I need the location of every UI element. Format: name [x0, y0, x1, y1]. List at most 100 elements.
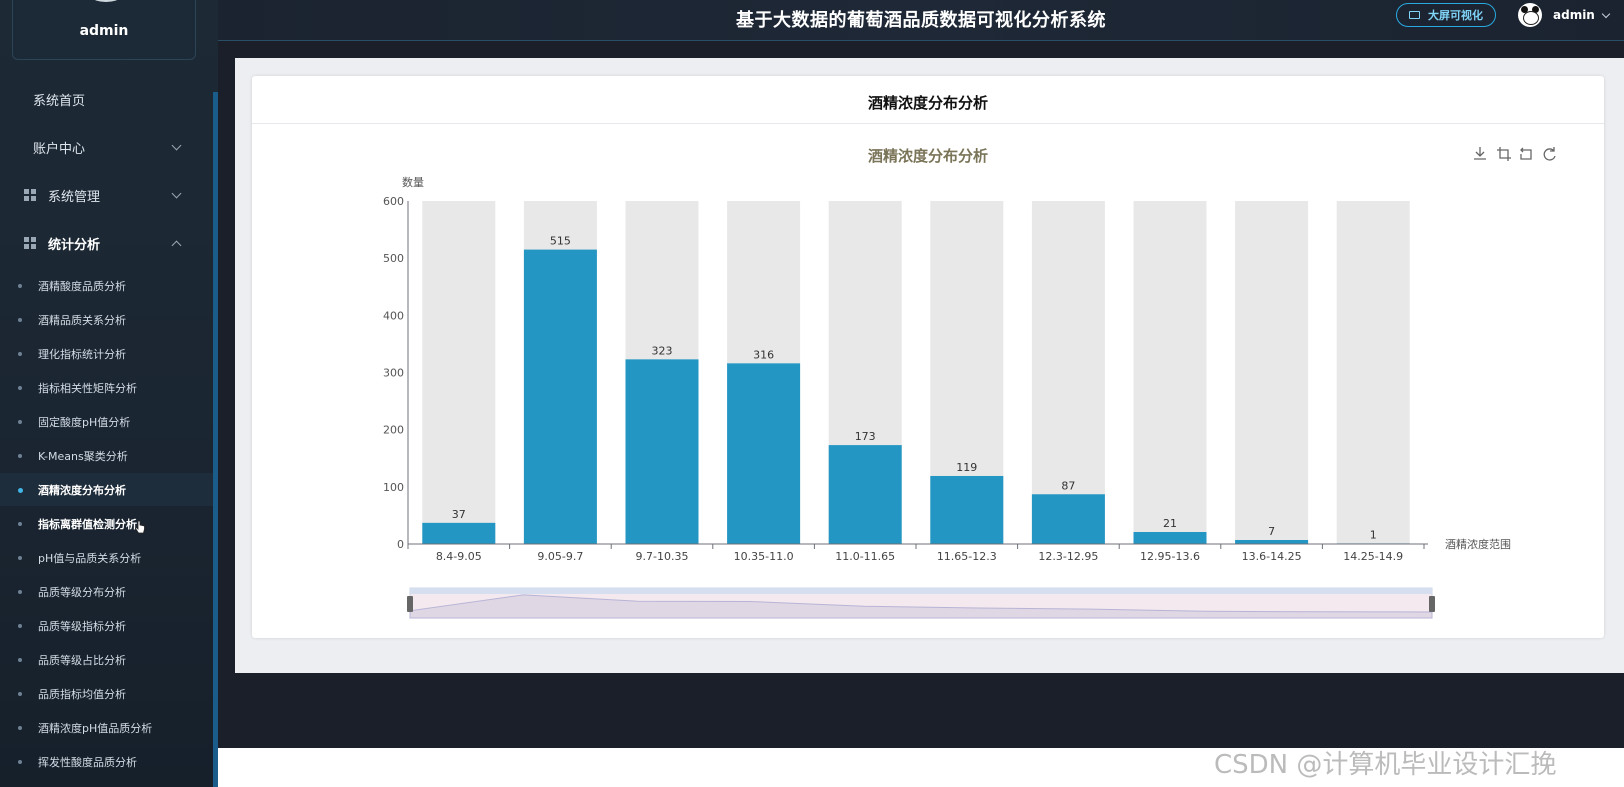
restore-icon-path: [1543, 147, 1556, 161]
sidebar-subitem-label: 酒精浓度分布分析: [38, 483, 126, 497]
sidebar-subitem[interactable]: pH值与品质关系分析: [0, 541, 213, 574]
bar-value-label: 316: [753, 348, 774, 361]
sidebar-subitem-label: 挥发性酸度品质分析: [38, 755, 137, 769]
bar-value-label: 21: [1163, 517, 1177, 530]
grid-icon: [24, 189, 36, 201]
bar-value-label: 119: [956, 461, 977, 474]
background-bar: [422, 201, 496, 544]
monitor-icon: [1409, 11, 1420, 19]
sidebar-item-label: 统计分析: [48, 237, 101, 253]
data-zoom-handle-left[interactable]: [407, 596, 413, 612]
background-bar: [1336, 201, 1410, 544]
bullet-icon: [18, 454, 22, 458]
x-tick-label: 11.0-11.65: [835, 550, 895, 563]
sidebar-subitem[interactable]: 品质等级占比分析: [0, 643, 213, 676]
bar: [625, 359, 699, 544]
sidebar-subitem-label: 指标离群值检测分析: [38, 517, 137, 531]
x-tick-label: 9.05-9.7: [537, 550, 583, 563]
bullet-icon: [18, 488, 23, 493]
bullet-icon: [18, 420, 22, 424]
sidebar-item-statistics[interactable]: 统计分析: [0, 220, 213, 266]
header-username[interactable]: admin: [1553, 8, 1595, 22]
sidebar-subitem-label: 理化指标统计分析: [38, 347, 126, 361]
bar-value-label: 515: [550, 235, 571, 248]
bullet-icon: [18, 284, 22, 288]
grid-icon: [24, 237, 36, 249]
y-tick-label: 400: [383, 309, 404, 322]
sidebar-item-label: 系统首页: [33, 93, 86, 109]
sidebar-subitem-label: 品质等级分布分析: [38, 585, 126, 599]
sidebar-subitem-label: 指标相关性矩阵分析: [38, 381, 137, 395]
y-tick-label: 600: [383, 195, 404, 208]
bar-value-label: 37: [452, 508, 466, 521]
top-header: 基于大数据的葡萄酒品质数据可视化分析系统 大屏可视化 admin: [218, 0, 1624, 41]
sidebar-subitem-label: 酒精品质关系分析: [38, 313, 126, 327]
zoom-select-icon[interactable]: [1497, 147, 1511, 161]
sidebar-item-label: 系统管理: [48, 189, 101, 205]
sidebar-item-label: 账户中心: [33, 141, 86, 157]
restore-icon[interactable]: [1543, 147, 1556, 161]
bar-value-label: 7: [1268, 525, 1275, 538]
sidebar-subitem[interactable]: 理化指标统计分析: [0, 337, 213, 370]
bar-value-label: 323: [652, 344, 673, 357]
data-zoom-handle-right[interactable]: [1429, 596, 1435, 612]
chevron-down-icon: [171, 188, 182, 199]
sidebar-item-home[interactable]: 系统首页: [0, 76, 213, 122]
bullet-icon: [18, 386, 22, 390]
bar-value-label: 1: [1370, 528, 1377, 541]
sidebar-subitem-active[interactable]: 酒精浓度分布分析: [0, 473, 213, 506]
sidebar-item-account[interactable]: 账户中心: [0, 124, 213, 170]
sidebar-subitem-label: pH值与品质关系分析: [38, 551, 142, 565]
avatar[interactable]: [81, 0, 131, 2]
chart-title: 酒精浓度分布分析: [868, 147, 988, 165]
sidebar-subitem-label: K-Means聚类分析: [38, 449, 128, 463]
watermark: CSDN @计算机毕业设计汇挽: [1214, 750, 1557, 780]
bar-chart: 酒精浓度分布分析数量 0 100 200 300 400 500 600 37 8.4-9.05 5…: [383, 147, 1556, 619]
x-tick-label: 8.4-9.05: [436, 550, 482, 563]
bigscreen-label: 大屏可视化: [1428, 9, 1483, 22]
x-tick-label: 13.6-14.25: [1242, 550, 1302, 563]
sidebar-subitem[interactable]: 酒精酸度品质分析: [0, 269, 213, 302]
sidebar-scrollbar[interactable]: [213, 92, 218, 787]
sidebar-subitem[interactable]: K-Means聚类分析: [0, 439, 213, 472]
sidebar-item-system[interactable]: 系统管理: [0, 172, 213, 218]
bullet-icon: [18, 352, 22, 356]
user-card: admin: [12, 0, 196, 60]
avatar[interactable]: [1518, 3, 1542, 27]
bar-value-label: 87: [1061, 479, 1075, 492]
y-tick-label: 100: [383, 481, 404, 494]
download-icon[interactable]: [1474, 147, 1486, 160]
y-tick-label: 0: [397, 538, 404, 551]
bar: [1235, 539, 1309, 544]
sidebar-subitem[interactable]: 品质等级分布分析: [0, 575, 213, 608]
x-axis-label: 酒精浓度范围: [1445, 537, 1511, 551]
bullet-icon: [18, 556, 22, 560]
x-tick-label: 12.3-12.95: [1038, 550, 1098, 563]
hand-cursor-icon: [135, 520, 145, 534]
sidebar-subitem[interactable]: 品质指标均值分析: [0, 677, 213, 710]
bullet-icon: [18, 624, 22, 628]
sidebar-subitem[interactable]: 品质等级指标分析: [0, 609, 213, 642]
x-tick-label: 11.65-12.3: [937, 550, 997, 563]
sidebar-subitem[interactable]: 固定酸度pH值分析: [0, 405, 213, 438]
chevron-down-icon: [171, 140, 182, 151]
bar: [930, 475, 1004, 544]
background-bar: [1235, 201, 1309, 544]
zoom-back-icon-path: [1520, 147, 1532, 160]
x-tick-label: 10.35-11.0: [734, 550, 794, 563]
bar-value-label: 173: [855, 430, 876, 443]
bar: [828, 445, 902, 544]
sidebar-subitem[interactable]: 挥发性酸度品质分析: [0, 745, 213, 778]
sidebar-subitem-hover[interactable]: 指标离群值检测分析: [0, 507, 213, 540]
bullet-icon: [18, 658, 22, 662]
bar: [727, 363, 801, 544]
sidebar-subitem[interactable]: 指标相关性矩阵分析: [0, 371, 213, 404]
y-tick-label: 500: [383, 252, 404, 265]
sidebar-subitem[interactable]: 酒精品质关系分析: [0, 303, 213, 336]
bigscreen-button[interactable]: 大屏可视化: [1396, 3, 1496, 27]
sidebar-subitem-label: 固定酸度pH值分析: [38, 415, 131, 429]
sidebar-subitem[interactable]: 酒精浓度pH值品质分析: [0, 711, 213, 744]
bullet-icon: [18, 726, 22, 730]
sidebar-subitem-label: 品质指标均值分析: [38, 687, 126, 701]
zoom-back-icon[interactable]: [1520, 147, 1532, 160]
